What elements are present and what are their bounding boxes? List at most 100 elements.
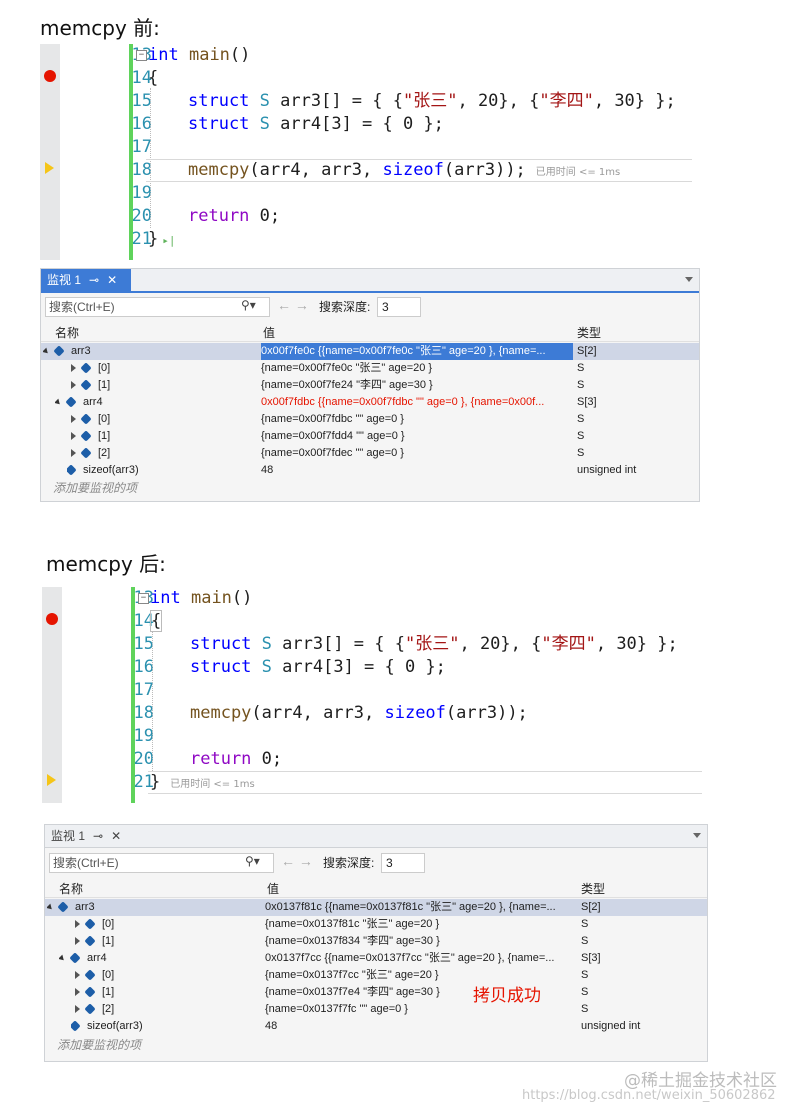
code-token: (arr4, arr3, (249, 160, 383, 180)
watch-row[interactable]: arr4 0x00f7fdbc {{name=0x00f7fdbc "" age… (41, 394, 699, 411)
watch-row[interactable]: sizeof(arr3) 48 unsigned int (45, 1018, 707, 1035)
pin-icon[interactable]: ⊸ (93, 829, 103, 843)
watch-column-headers: 名称 值 类型 (45, 877, 707, 898)
watch-type-cell: S (581, 935, 589, 947)
expand-arrow-icon[interactable] (71, 381, 76, 390)
expand-arrow-icon[interactable] (71, 364, 76, 373)
watch-value-cell[interactable]: {name=0x00f7fdbc "" age=0 } (261, 411, 573, 428)
watch-type-cell: S (581, 969, 589, 981)
chevron-down-icon[interactable] (693, 833, 701, 838)
add-watch-item-tip[interactable]: 添加要监视的项 (53, 479, 137, 496)
search-icon[interactable]: ⚲▾ (245, 854, 260, 868)
code-token: 0; (249, 206, 281, 226)
elapsed-time-hint: 已用时间 <= 1ms (535, 167, 621, 178)
watch-value-cell[interactable]: {name=0x00f7fe24 "李四" age=30 } (261, 377, 573, 394)
watch-row[interactable]: [0] {name=0x0137f81c "张三" age=20 } S (45, 916, 707, 933)
watch-toolbar: 搜索(Ctrl+E) ⚲▾ ← → 搜索深度: 3 (41, 293, 699, 319)
watch-window-before[interactable]: 监视 1 ⊸ ✕ 搜索(Ctrl+E) ⚲▾ ← → 搜索深度: 3 名称 值 类型… (40, 268, 700, 502)
variable-icon (84, 1003, 96, 1015)
pin-icon[interactable]: ⊸ (89, 273, 99, 287)
column-header-name[interactable]: 名称 (59, 880, 83, 897)
watch-name: [0] (98, 362, 111, 374)
search-nav-arrows-icon[interactable]: ← → (281, 853, 313, 869)
variable-icon (84, 986, 96, 998)
collapse-arrow-icon[interactable] (55, 398, 62, 406)
watch-row[interactable]: [1] {name=0x0137f834 "李四" age=30 } S (45, 933, 707, 950)
expand-arrow-icon[interactable] (75, 920, 80, 929)
expand-arrow-icon[interactable] (71, 415, 76, 424)
watch-row[interactable]: arr3 0x00f7fe0c {{name=0x00f7fe0c "张三" a… (41, 343, 699, 360)
run-to-cursor-icon[interactable]: ▸| (162, 234, 175, 247)
collapse-arrow-icon[interactable] (47, 903, 54, 911)
watch-type-cell: S (581, 918, 589, 930)
close-icon[interactable]: ✕ (111, 829, 121, 843)
expand-arrow-icon[interactable] (71, 432, 76, 441)
watch-window-after[interactable]: 监视 1 ⊸ ✕ 搜索(Ctrl+E) ⚲▾ ← → 搜索深度: 3 名称 值 类型… (44, 824, 708, 1062)
watch-row[interactable]: [2] {name=0x00f7fdec "" age=0 } S (41, 445, 699, 462)
watch-value-cell[interactable]: 0x0137f7cc {{name=0x0137f7cc "张三" age=20… (265, 950, 577, 967)
watch-row[interactable]: arr4 0x0137f7cc {{name=0x0137f7cc "张三" a… (45, 950, 707, 967)
expand-arrow-icon[interactable] (75, 988, 80, 997)
watch-row[interactable]: [0] {name=0x00f7fe0c "张三" age=20 } S (41, 360, 699, 377)
watch-value-cell[interactable]: 48 (261, 462, 573, 479)
watch-tab[interactable]: 监视 1 ⊸ ✕ (41, 269, 132, 291)
column-header-value[interactable]: 值 (267, 880, 279, 897)
search-depth-select[interactable]: 3 (381, 853, 425, 873)
expand-arrow-icon[interactable] (75, 971, 80, 980)
watch-row[interactable]: [1] {name=0x00f7fe24 "李四" age=30 } S (41, 377, 699, 394)
watch-value-cell[interactable]: {name=0x0137f81c "张三" age=20 } (265, 916, 577, 933)
watch-row[interactable]: [0] {name=0x0137f7cc "张三" age=20 } S (45, 967, 707, 984)
watch-row[interactable]: [0] {name=0x00f7fdbc "" age=0 } S (41, 411, 699, 428)
code-text[interactable]: int main() { struct S arr3[] = { {"张三", … (148, 44, 692, 249)
watch-search-input[interactable]: 搜索(Ctrl+E) (49, 853, 274, 873)
breakpoint-icon[interactable] (44, 70, 56, 82)
collapse-toggle-icon[interactable]: − (138, 593, 149, 604)
variable-icon (80, 447, 92, 459)
current-line-arrow-icon (47, 774, 56, 786)
watch-value-cell[interactable]: {name=0x00f7fdec "" age=0 } (261, 445, 573, 462)
column-header-type[interactable]: 类型 (577, 324, 601, 341)
expand-arrow-icon[interactable] (71, 449, 76, 458)
code-token: main (190, 588, 232, 608)
code-editor-before[interactable]: 13 14 15 16 17 18 19 20 21 − int main() … (40, 44, 692, 260)
watch-search-input[interactable]: 搜索(Ctrl+E) (45, 297, 270, 317)
watch-name: arr4 (83, 396, 103, 408)
code-token: arr3[] = { { (271, 634, 405, 654)
search-icon[interactable]: ⚲▾ (241, 298, 256, 312)
breakpoint-icon[interactable] (46, 613, 58, 625)
code-editor-after[interactable]: 13 14 15 16 17 18 19 20 21 − int main() … (42, 587, 702, 803)
chevron-down-icon[interactable] (685, 277, 693, 282)
column-header-type[interactable]: 类型 (581, 880, 605, 897)
watch-row[interactable]: [1] {name=0x00f7fdd4 "" age=0 } S (41, 428, 699, 445)
code-token: , 30} }; (593, 91, 676, 111)
watch-value-cell[interactable]: 0x0137f81c {{name=0x0137f81c "张三" age=20… (265, 899, 577, 916)
collapse-arrow-icon[interactable] (43, 347, 50, 355)
watch-row[interactable]: [2] {name=0x0137f7fc "" age=0 } S (45, 1001, 707, 1018)
code-token: () (231, 588, 253, 608)
search-depth-select[interactable]: 3 (377, 297, 421, 317)
column-header-value[interactable]: 值 (263, 324, 275, 341)
expand-arrow-icon[interactable] (75, 937, 80, 946)
column-header-name[interactable]: 名称 (55, 324, 79, 341)
add-watch-item-tip[interactable]: 添加要监视的项 (57, 1036, 141, 1053)
watch-name-cell: arr3 (43, 343, 261, 360)
watch-value-cell-changed[interactable]: 0x00f7fdbc {{name=0x00f7fdbc "" age=0 },… (261, 394, 573, 411)
watch-row[interactable]: arr3 0x0137f81c {{name=0x0137f81c "张三" a… (45, 899, 707, 916)
watch-value-cell[interactable]: {name=0x00f7fe0c "张三" age=20 } (261, 360, 573, 377)
search-nav-arrows-icon[interactable]: ← → (277, 297, 309, 313)
copy-success-annotation: 拷贝成功 (473, 986, 541, 1005)
watch-value-cell[interactable]: 0x00f7fe0c {{name=0x00f7fe0c "张三" age=20… (261, 343, 573, 360)
expand-arrow-icon[interactable] (75, 1005, 80, 1014)
watch-tab[interactable]: 监视 1 ⊸ ✕ (45, 825, 136, 847)
watch-row[interactable]: sizeof(arr3) 48 unsigned int (41, 462, 699, 479)
close-icon[interactable]: ✕ (107, 273, 117, 287)
watch-row[interactable]: [1] {name=0x0137f7e4 "李四" age=30 } S (45, 984, 707, 1001)
watch-value-cell[interactable]: {name=0x0137f834 "李四" age=30 } (265, 933, 577, 950)
code-text[interactable]: int main() { struct S arr3[] = { {"张三", … (150, 587, 702, 792)
watch-name: [2] (98, 447, 111, 459)
collapse-arrow-icon[interactable] (59, 954, 66, 962)
collapse-toggle-icon[interactable]: − (136, 50, 147, 61)
watch-value-cell[interactable]: {name=0x00f7fdd4 "" age=0 } (261, 428, 573, 445)
watch-value-cell[interactable]: 48 (265, 1018, 577, 1035)
watch-type-cell: S (577, 362, 585, 374)
